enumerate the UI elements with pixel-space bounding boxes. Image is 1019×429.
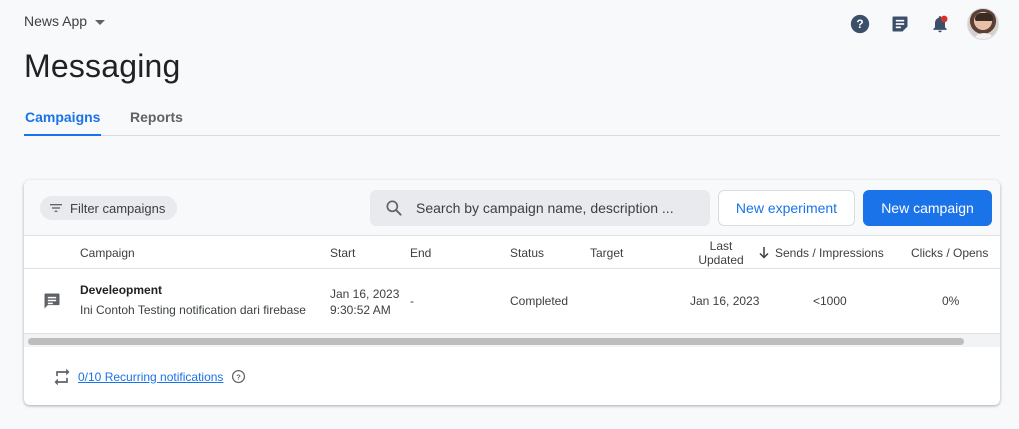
column-header-end[interactable]: End: [410, 246, 431, 260]
table-header: Campaign Start End Status Target Last Up…: [24, 237, 1000, 269]
column-header-campaign[interactable]: Campaign: [80, 246, 135, 260]
last-updated-line1: Last: [709, 239, 733, 253]
recurring-icon: [54, 368, 70, 385]
notifications-icon[interactable]: [927, 11, 953, 37]
start-date: Jan 16, 2023: [330, 287, 400, 301]
svg-text:?: ?: [237, 372, 242, 381]
tab-campaigns[interactable]: Campaigns: [23, 109, 102, 136]
new-campaign-button[interactable]: New campaign: [863, 190, 992, 226]
tab-bar: Campaigns Reports: [23, 106, 1000, 136]
table-footer: 0/10 Recurring notifications ?: [24, 348, 1000, 405]
avatar[interactable]: [967, 8, 999, 40]
status-value: Completed: [510, 294, 569, 308]
header-actions: ?: [833, 8, 999, 40]
column-header-clicks[interactable]: Clicks / Opens: [911, 246, 988, 260]
start-time: 9:30:52 AM: [330, 303, 391, 317]
last-updated-value: Jan 16, 2023: [690, 294, 760, 308]
campaign-description: Ini Contoh Testing notification dari fir…: [80, 303, 306, 317]
tab-reports[interactable]: Reports: [130, 109, 183, 125]
column-header-target[interactable]: Target: [590, 246, 623, 260]
avatar-shirt: [972, 33, 996, 39]
recurring-notifications-link[interactable]: 0/10 Recurring notifications: [78, 370, 223, 384]
top-bar: News App ?: [0, 0, 1019, 44]
column-header-sends[interactable]: Sends / Impressions: [775, 246, 884, 260]
new-experiment-button[interactable]: New experiment: [718, 190, 855, 226]
message-icon: [42, 291, 62, 314]
end-value: -: [410, 294, 414, 308]
search-icon: [386, 200, 402, 216]
sort-descending-icon[interactable]: [758, 246, 770, 262]
search-input[interactable]: [416, 200, 686, 216]
sends-value: <1000: [813, 294, 847, 308]
scrollbar-thumb[interactable]: [28, 338, 964, 345]
campaign-search[interactable]: [370, 190, 710, 226]
dropdown-caret-icon: [95, 19, 106, 25]
filter-icon: [50, 204, 62, 212]
feedback-icon[interactable]: [887, 11, 913, 37]
column-header-last-updated[interactable]: Last Updated: [696, 239, 746, 267]
last-updated-line2: Updated: [698, 253, 744, 267]
campaigns-toolbar: Filter campaigns New experiment New camp…: [24, 180, 1000, 236]
filter-campaigns-label: Filter campaigns: [70, 200, 166, 216]
svg-text:?: ?: [856, 17, 863, 31]
campaigns-card: Filter campaigns New experiment New camp…: [24, 180, 1000, 405]
help-icon[interactable]: ?: [847, 11, 873, 37]
column-header-status[interactable]: Status: [510, 246, 544, 260]
clicks-value: 0%: [942, 294, 960, 308]
horizontal-scrollbar[interactable]: [24, 333, 1000, 347]
filter-campaigns-chip[interactable]: Filter campaigns: [40, 196, 178, 220]
help-outline-icon[interactable]: ?: [231, 369, 246, 384]
page-title: Messaging: [24, 48, 181, 84]
app-name: News App: [24, 13, 88, 29]
avatar-hair: [975, 13, 993, 21]
app-switcher[interactable]: News App: [24, 13, 106, 29]
table-row[interactable]: Develeopment Ini Contoh Testing notifica…: [24, 270, 1000, 333]
campaign-name[interactable]: Develeopment: [80, 283, 162, 297]
column-header-start[interactable]: Start: [330, 246, 355, 260]
